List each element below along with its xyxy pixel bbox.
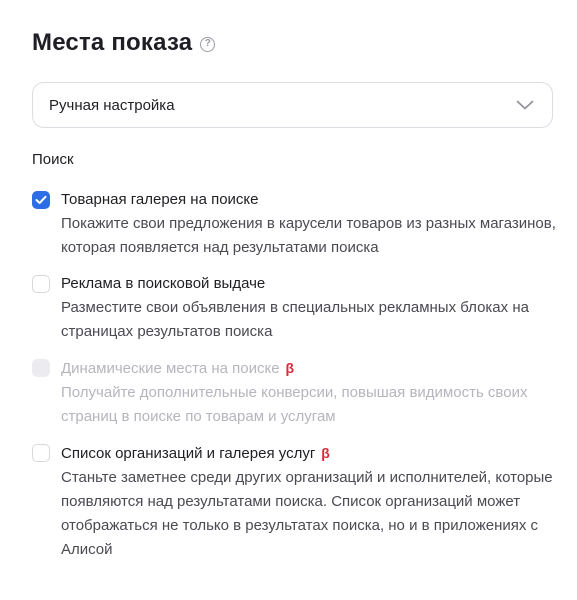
options-list: Товарная галерея на поиске Покажите свои… bbox=[32, 190, 557, 576]
option-title: Список организаций и галерея услуг β bbox=[61, 443, 557, 464]
option-description: Разместите свои объявления в специальных… bbox=[61, 299, 529, 340]
beta-badge: β bbox=[285, 360, 295, 376]
option-organizations-list: Список организаций и галерея услуг β Стан… bbox=[32, 443, 557, 562]
title-row: Места показа ? bbox=[32, 24, 557, 62]
checkbox-product-gallery[interactable] bbox=[32, 191, 50, 209]
chevron-down-icon bbox=[516, 100, 534, 110]
option-title: Товарная галерея на поиске bbox=[61, 190, 557, 210]
select-value: Ручная настройка bbox=[49, 96, 175, 114]
checkbox-search-ads[interactable] bbox=[32, 275, 50, 293]
question-circle-icon[interactable]: ? bbox=[200, 36, 216, 52]
option-body: Реклама в поисковой выдаче Разместите св… bbox=[61, 274, 557, 344]
option-title-text: Список организаций и галерея услуг bbox=[61, 445, 316, 462]
section-label-search: Поиск bbox=[32, 151, 74, 168]
placements-panel: Места показа ? Ручная настройка Поиск То… bbox=[32, 24, 557, 558]
option-title: Динамические места на поиске β bbox=[61, 358, 557, 379]
placement-mode-select[interactable]: Ручная настройка bbox=[32, 82, 553, 128]
option-title: Реклама в поисковой выдаче bbox=[61, 274, 557, 294]
option-description: Станьте заметнее среди других организаци… bbox=[61, 469, 553, 558]
beta-badge: β bbox=[321, 445, 330, 461]
option-title-text: Товарная галерея на поиске bbox=[61, 191, 259, 208]
page-title: Места показа bbox=[32, 29, 193, 56]
option-body: Список организаций и галерея услуг β Стан… bbox=[61, 443, 557, 562]
option-search-ads: Реклама в поисковой выдаче Разместите св… bbox=[32, 274, 557, 344]
option-description: Покажите свои предложения в карусели тов… bbox=[61, 215, 556, 256]
option-body: Динамические места на поиске β Получайте … bbox=[61, 358, 557, 429]
option-title-text: Реклама в поисковой выдаче bbox=[61, 275, 266, 292]
option-product-gallery: Товарная галерея на поиске Покажите свои… bbox=[32, 190, 557, 260]
checkbox-organizations-list[interactable] bbox=[32, 444, 50, 462]
check-icon bbox=[35, 195, 47, 204]
option-description: Получайте дополнительные конверсии, повы… bbox=[61, 384, 528, 425]
option-dynamic-places: Динамические места на поиске β Получайте … bbox=[32, 358, 557, 429]
checkbox-dynamic-places bbox=[32, 359, 50, 377]
option-title-text: Динамические места на поиске bbox=[61, 360, 280, 377]
option-body: Товарная галерея на поиске Покажите свои… bbox=[61, 190, 557, 260]
